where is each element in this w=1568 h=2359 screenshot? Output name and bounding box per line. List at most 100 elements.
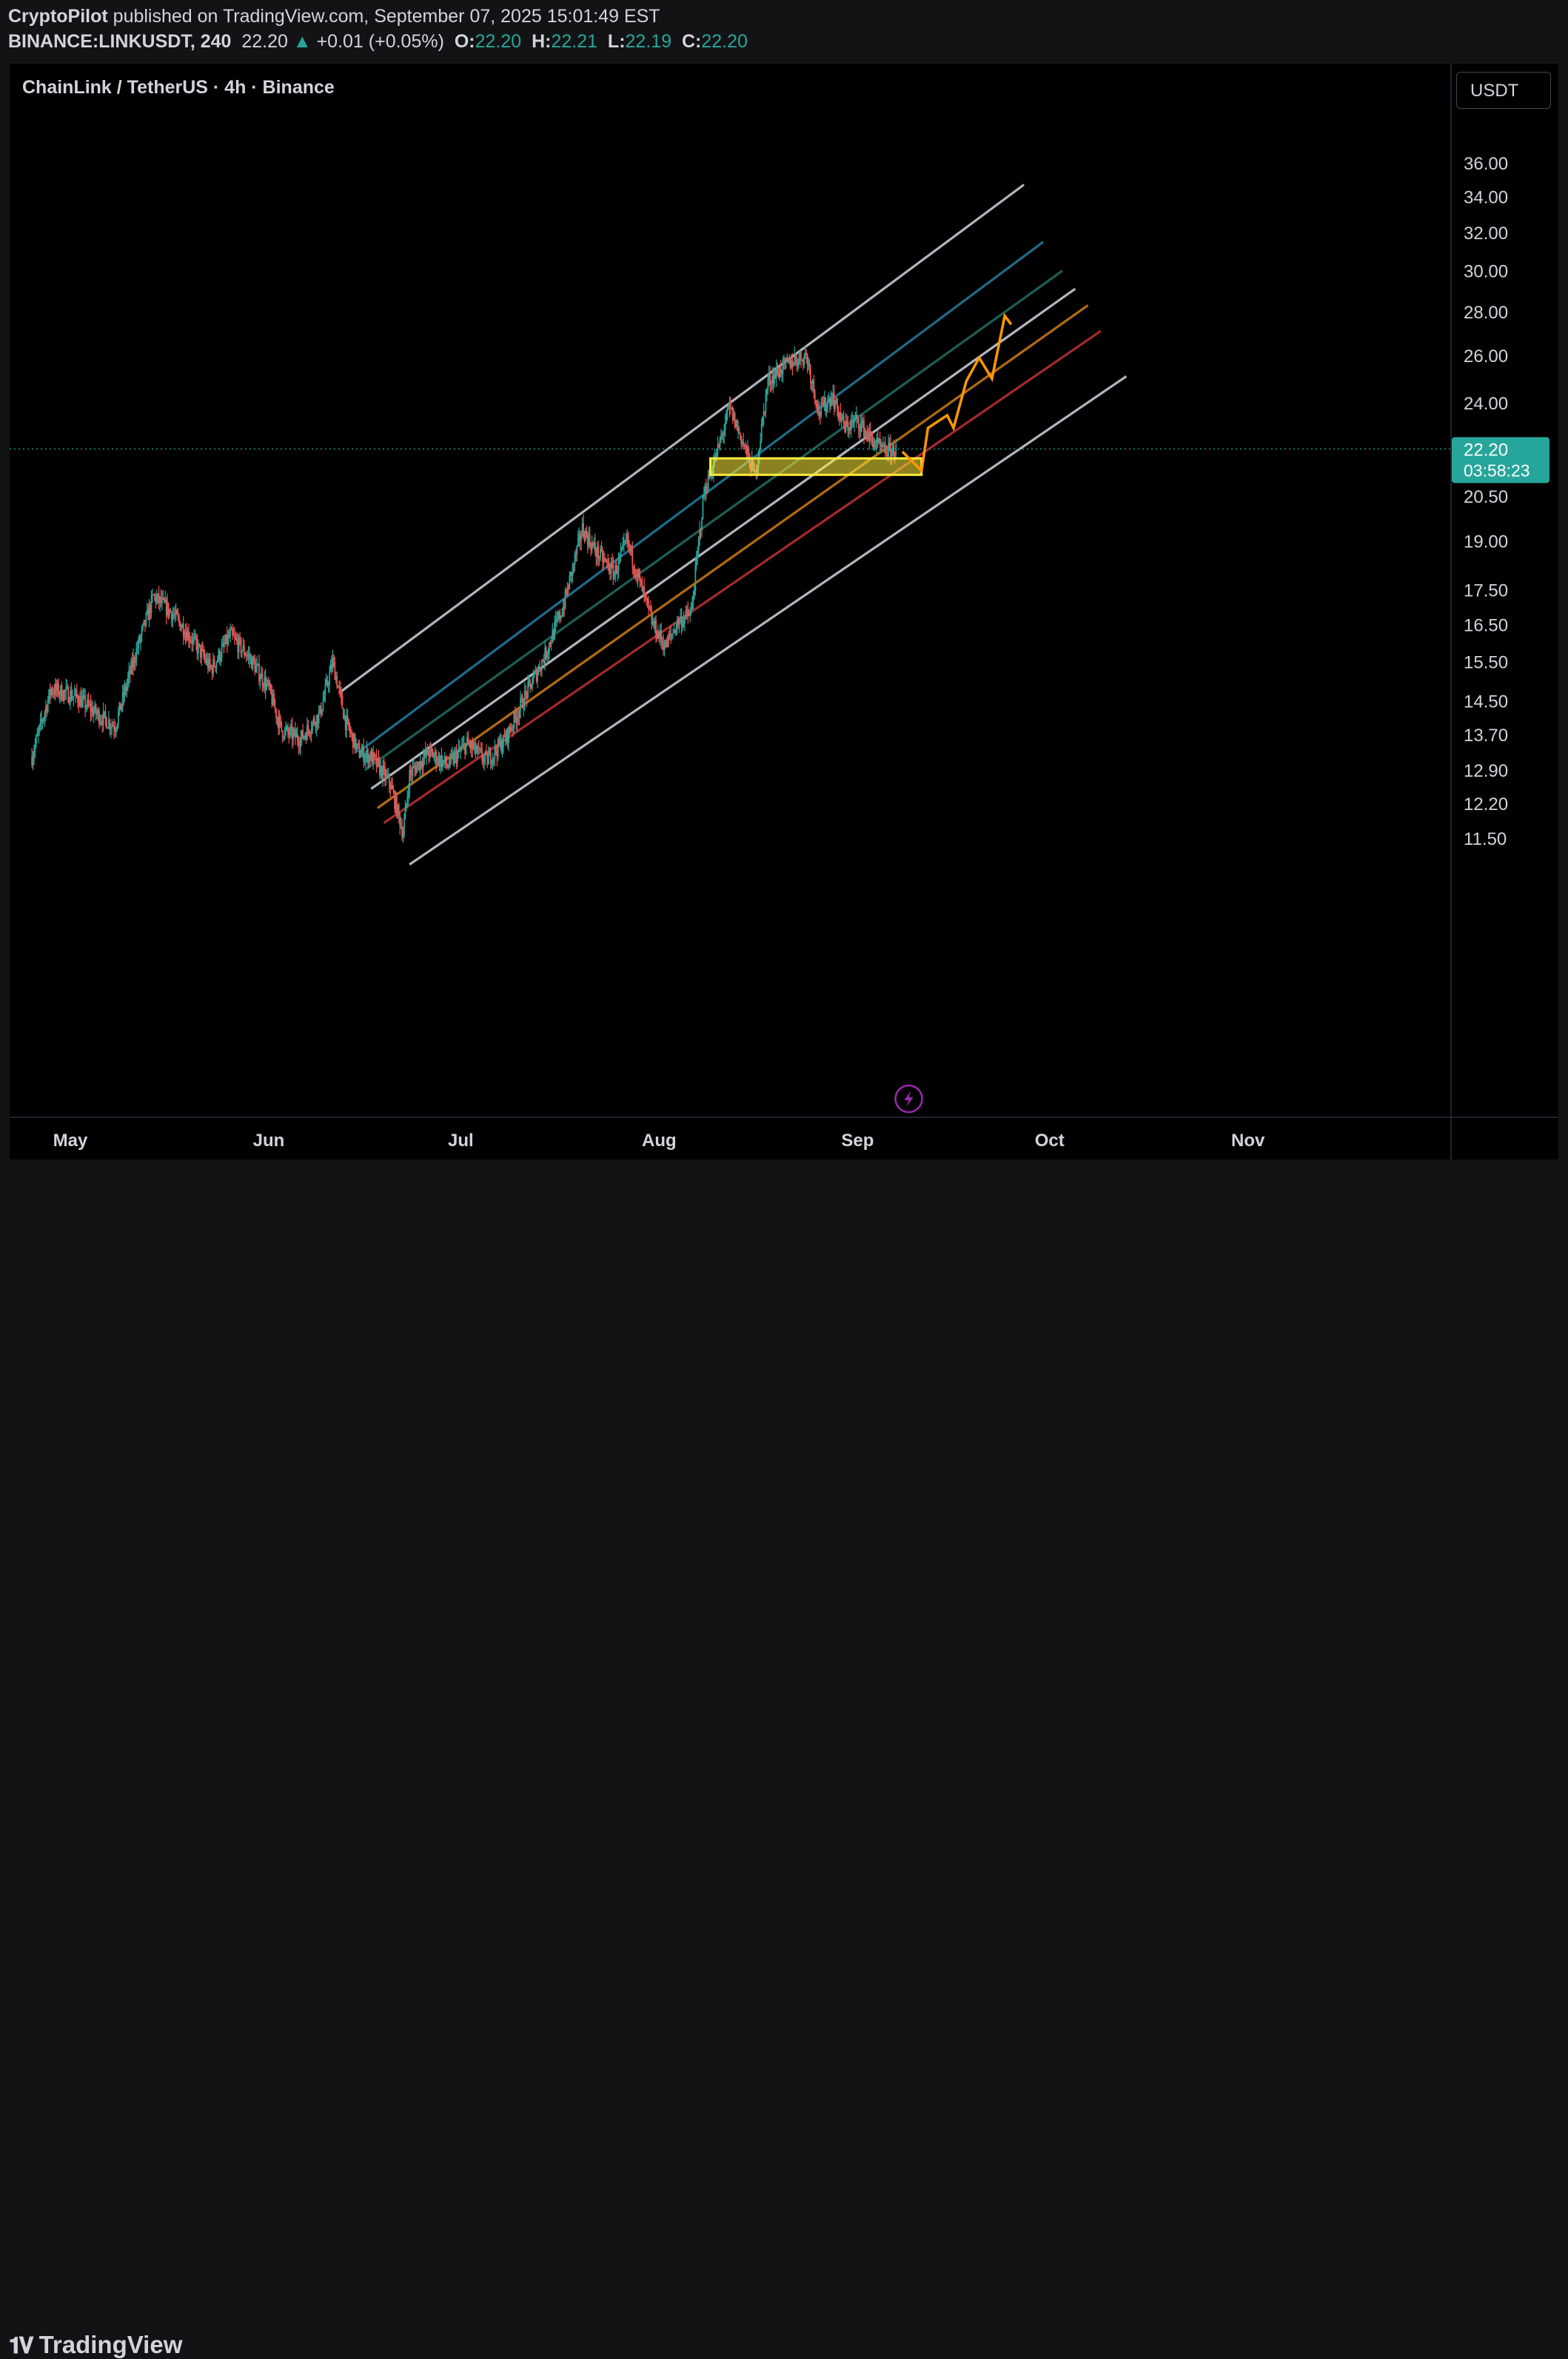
candle-body [232, 629, 233, 635]
candle-body [73, 696, 75, 698]
candle-body [85, 706, 87, 709]
candle-body [813, 380, 815, 391]
candle-body [617, 557, 620, 570]
y-tick-label: 17.50 [1464, 580, 1508, 600]
channel-line-orange [377, 304, 1089, 809]
candle-body [176, 610, 178, 615]
low-label: L: [607, 31, 626, 52]
y-tick-label: 16.50 [1464, 615, 1508, 635]
candle-body [598, 557, 600, 559]
candle-body [777, 367, 779, 374]
y-tick-label: 30.00 [1464, 262, 1508, 282]
chart-svg[interactable]: 36.00 34.00 32.00 30.00 28.00 26.00 24.00 20.50… [10, 64, 1558, 1160]
up-triangle-icon: ▲ [292, 31, 312, 52]
candle-body [406, 797, 409, 804]
candle-body [324, 684, 326, 696]
candle-body [297, 733, 298, 741]
author-name[interactable]: CryptoPilot [8, 6, 108, 27]
candle-body [314, 718, 315, 724]
candle-body [239, 637, 241, 640]
candle-body [135, 649, 138, 661]
candle-body [729, 402, 731, 408]
candle-body [560, 616, 562, 619]
chart-area[interactable]: 36.00 34.00 32.00 30.00 28.00 26.00 24.00 20.50… [10, 64, 1558, 1160]
candle-body [289, 728, 291, 735]
candle-body [767, 379, 769, 390]
candle-body [797, 364, 799, 366]
candle-body [540, 670, 542, 672]
candle-body [818, 404, 820, 416]
candle-body [107, 727, 109, 729]
candle-body [405, 803, 407, 807]
price-change: +0.01 (+0.05%) [316, 31, 444, 52]
bolt-icon [904, 1091, 914, 1107]
candle-body [51, 689, 53, 693]
tradingview-logo[interactable]: 𝟏𝐕 TradingView [9, 2331, 182, 2359]
candle-body [794, 355, 797, 360]
y-tick-label: 11.50 [1464, 829, 1507, 849]
candle-body [573, 564, 574, 566]
candle-body [895, 444, 897, 455]
candle-body [243, 645, 245, 655]
candle-body [399, 814, 401, 827]
candle-body [520, 698, 521, 710]
candle-body [81, 698, 83, 708]
candle-body [798, 357, 800, 365]
candle-body [509, 726, 511, 731]
price-axis[interactable]: 36.00 34.00 32.00 30.00 28.00 26.00 24.00 20.50… [1464, 154, 1508, 849]
candle-body [625, 541, 627, 542]
candle-body [322, 700, 324, 710]
candle-body [416, 765, 418, 774]
candle-body [486, 752, 487, 754]
footer: 𝟏𝐕 TradingView [0, 1160, 1568, 2358]
candle-body [489, 751, 492, 764]
candle-body [41, 720, 44, 722]
candle-body [760, 424, 763, 441]
symbol-label[interactable]: BINANCE:LINKUSDT, 240 [8, 31, 231, 52]
candle-body [258, 663, 260, 682]
candle-body [539, 666, 540, 671]
candle-body [781, 374, 783, 375]
channel-line-teal [363, 270, 1063, 772]
candle-body [96, 713, 98, 715]
candle-body [252, 657, 255, 662]
candle-body [523, 707, 525, 709]
close-label: C: [682, 31, 702, 52]
support-zone[interactable] [709, 457, 923, 476]
candle-body [307, 725, 309, 730]
candle-body [209, 658, 211, 666]
candle-body [332, 657, 335, 663]
candle-body [102, 711, 104, 725]
candle-body [58, 683, 60, 696]
candle-body [758, 449, 760, 456]
candle-body [561, 615, 563, 617]
projection-path[interactable] [901, 312, 1013, 474]
candle-body [117, 712, 119, 724]
candle-body [349, 727, 351, 733]
candle-body [109, 720, 111, 729]
candle-body [460, 749, 462, 751]
candle-body [525, 690, 527, 692]
candle-body [155, 597, 158, 603]
candle-body [192, 638, 194, 643]
candle-body [398, 805, 400, 814]
candle-body [820, 401, 822, 416]
open-label: O: [454, 31, 475, 52]
candle-body [687, 610, 689, 615]
candle-body [241, 650, 243, 653]
candle-body [765, 389, 768, 394]
candle-body [638, 569, 640, 576]
candle-body [597, 546, 600, 559]
currency-button[interactable]: USDT [1456, 72, 1551, 109]
candle-body [694, 565, 697, 591]
candle-body [646, 595, 647, 598]
candle-body [554, 622, 556, 640]
candle-body [407, 792, 409, 797]
candle-body [854, 418, 857, 420]
candle-body [533, 672, 535, 677]
time-axis[interactable]: May Jun Jul Aug Sep Oct Nov [53, 1131, 1265, 1151]
candle-body [468, 743, 470, 745]
candle-body [738, 428, 740, 433]
low-value: 22.19 [625, 31, 672, 52]
candle-body [685, 609, 687, 618]
